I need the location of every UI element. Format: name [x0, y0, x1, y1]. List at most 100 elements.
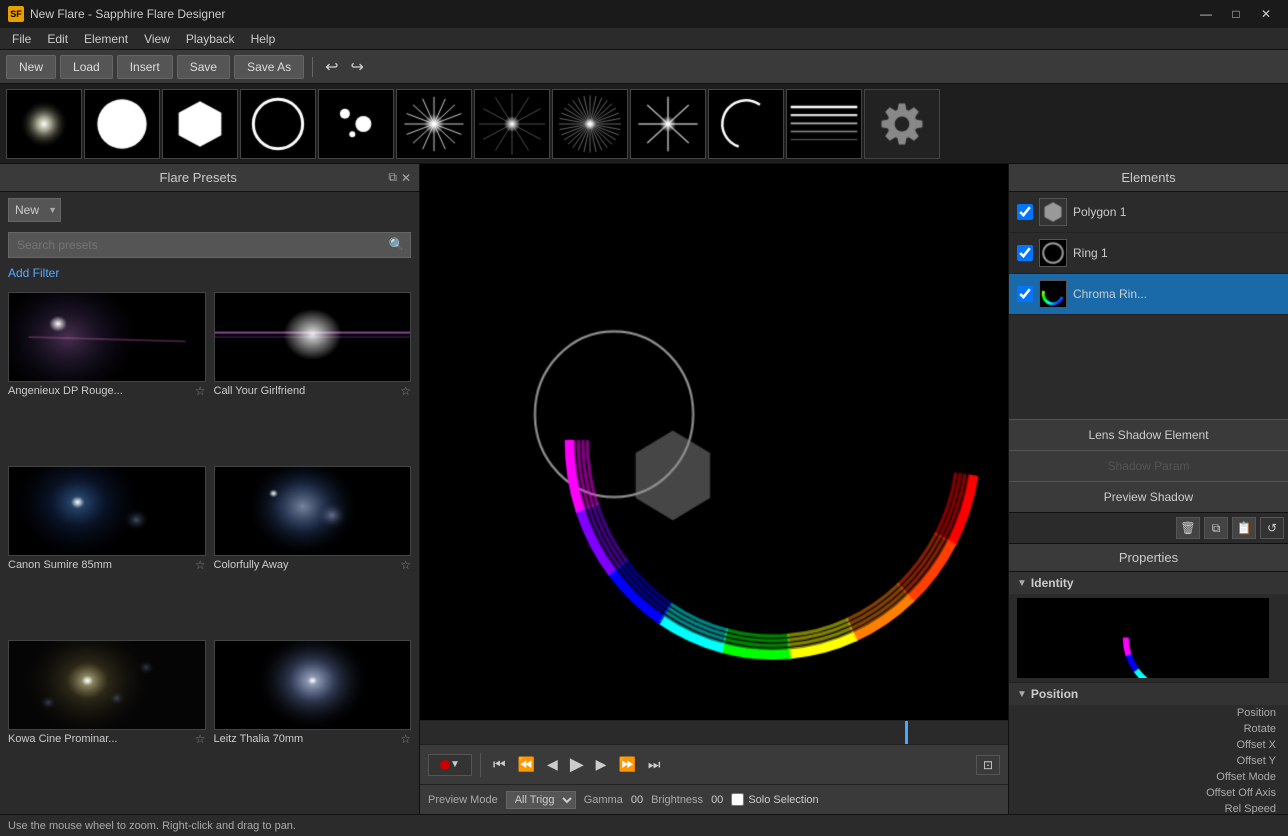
menu-item-view[interactable]: View: [136, 30, 178, 48]
preset-thumb-gear[interactable]: [864, 89, 940, 159]
solo-selection-checkbox[interactable]: Solo Selection: [731, 793, 818, 806]
load-button[interactable]: Load: [60, 55, 113, 79]
menu-item-edit[interactable]: Edit: [39, 30, 76, 48]
identity-preview-container: [1009, 594, 1288, 682]
preset-preview-canon[interactable]: [8, 466, 206, 556]
element-row[interactable]: Ring 1: [1009, 233, 1288, 274]
skip-to-start-button[interactable]: ⏮: [489, 754, 510, 775]
elements-panel: Elements Polygon 1 Ring 1: [1009, 164, 1288, 544]
flare-presets-panel: Flare Presets ⧉ ✕ New 🔍 Add Filter: [0, 164, 420, 814]
preset-preview-colorfully-away[interactable]: [214, 466, 412, 556]
save-button[interactable]: Save: [177, 55, 230, 79]
preset-thumb-lines[interactable]: [786, 89, 862, 159]
search-input[interactable]: [8, 232, 411, 258]
offset-y-label: Offset Y: [1237, 755, 1280, 767]
identity-title: Identity: [1031, 576, 1074, 590]
monitor-button[interactable]: ⊡: [976, 755, 1000, 775]
solo-label: Solo Selection: [748, 794, 818, 806]
preset-thumb-half-circle[interactable]: [708, 89, 784, 159]
delete-element-button[interactable]: 🗑: [1176, 517, 1200, 539]
preview-mode-dropdown[interactable]: All Trigg: [506, 791, 576, 809]
step-back-button[interactable]: ◀: [543, 754, 562, 775]
preset-thumb-star-cross[interactable]: [630, 89, 706, 159]
play-button[interactable]: ▶: [566, 752, 588, 777]
brightness-label: Brightness: [651, 794, 703, 806]
element-row-selected[interactable]: Chroma Rin...: [1009, 274, 1288, 315]
step-forward-button[interactable]: ▶: [592, 754, 611, 775]
record-button[interactable]: ▼: [428, 754, 472, 776]
element-checkbox-chroma[interactable]: [1017, 286, 1033, 302]
preset-thumb-asterisk[interactable]: [552, 89, 628, 159]
star-icon[interactable]: ☆: [195, 732, 206, 746]
maximize-button[interactable]: □: [1222, 4, 1250, 24]
preset-label-row: Canon Sumire 85mm ☆: [8, 556, 206, 574]
position-arrow: ▼: [1017, 689, 1027, 700]
offset-off-axis-label: Offset Off Axis: [1206, 787, 1280, 799]
insert-button[interactable]: Insert: [117, 55, 173, 79]
center-panel: ▼ ⏮ ⏪ ◀ ▶ ▶ ⏩ ⏭ ⊡ Preview Mode All Trigg…: [420, 164, 1008, 814]
reset-element-button[interactable]: ↺: [1260, 517, 1284, 539]
rewind-button[interactable]: ⏪: [514, 754, 539, 775]
star-icon[interactable]: ☆: [195, 558, 206, 572]
close-button[interactable]: ✕: [1252, 4, 1280, 24]
menubar: FileEditElementViewPlaybackHelp: [0, 28, 1288, 50]
preview-shadow-button[interactable]: Preview Shadow: [1009, 481, 1288, 512]
prop-row-position: Position: [1009, 705, 1288, 721]
minimize-button[interactable]: —: [1192, 4, 1220, 24]
element-thumbnail-ring: [1039, 239, 1067, 267]
status-bar: Use the mouse wheel to zoom. Right-click…: [0, 814, 1288, 836]
save-as-button[interactable]: Save As: [234, 55, 304, 79]
preset-thumb-ring[interactable]: [240, 89, 316, 159]
lens-shadow-button[interactable]: Lens Shadow Element: [1009, 419, 1288, 450]
fast-forward-button[interactable]: ⏩: [614, 754, 639, 775]
element-checkbox-polygon[interactable]: [1017, 204, 1033, 220]
elements-bottom-bar: 🗑 ⧉ 📋 ↺: [1009, 512, 1288, 543]
skip-to-end-button[interactable]: ⏭: [644, 754, 665, 775]
preset-thumb-hexagon[interactable]: [162, 89, 238, 159]
preset-thumb-glow[interactable]: [6, 89, 82, 159]
preset-preview-kowa[interactable]: [8, 640, 206, 730]
element-row[interactable]: Polygon 1: [1009, 192, 1288, 233]
preset-thumb-star-rays[interactable]: [396, 89, 472, 159]
preset-thumb-dots[interactable]: [318, 89, 394, 159]
redo-button[interactable]: ↪: [347, 55, 368, 79]
position-section-header[interactable]: ▼ Position: [1009, 683, 1288, 705]
shadow-param-button[interactable]: Shadow Param: [1009, 450, 1288, 481]
flare-presets-title: Flare Presets: [8, 170, 388, 185]
paste-element-button[interactable]: 📋: [1232, 517, 1256, 539]
add-filter-link[interactable]: Add Filter: [0, 262, 419, 284]
undo-button[interactable]: ↩: [321, 55, 342, 79]
presets-copy-button[interactable]: ⧉: [388, 170, 397, 185]
element-thumbnail-polygon: [1039, 198, 1067, 226]
preset-preview-leitz[interactable]: [214, 640, 412, 730]
preset-thumb-star-burst[interactable]: [474, 89, 550, 159]
presets-close-button[interactable]: ✕: [401, 170, 411, 185]
solo-checkbox[interactable]: [731, 793, 744, 806]
menu-item-help[interactable]: Help: [243, 30, 284, 48]
preset-label-row: Leitz Thalia 70mm ☆: [214, 730, 412, 748]
presets-dropdown[interactable]: New: [8, 198, 61, 222]
element-checkbox-ring[interactable]: [1017, 245, 1033, 261]
star-icon[interactable]: ☆: [400, 384, 411, 398]
new-button[interactable]: New: [6, 55, 56, 79]
list-item: Angenieux DP Rouge... ☆: [8, 292, 206, 458]
star-icon[interactable]: ☆: [400, 732, 411, 746]
star-icon[interactable]: ☆: [195, 384, 206, 398]
flare-presets-header: Flare Presets ⧉ ✕: [0, 164, 419, 192]
preview-bar: Preview Mode All Trigg Gamma 00 Brightne…: [420, 784, 1008, 814]
menu-item-element[interactable]: Element: [76, 30, 136, 48]
prop-row-offset-off-axis: Offset Off Axis: [1009, 785, 1288, 801]
identity-section-header[interactable]: ▼ Identity: [1009, 572, 1288, 594]
list-item: Call Your Girlfriend ☆: [214, 292, 412, 458]
timeline-strip[interactable]: [420, 720, 1008, 744]
canvas-area[interactable]: [420, 164, 1008, 720]
menu-item-file[interactable]: File: [4, 30, 39, 48]
preset-preview-call-your-girlfriend[interactable]: [214, 292, 412, 382]
copy-element-button[interactable]: ⧉: [1204, 517, 1228, 539]
star-icon[interactable]: ☆: [400, 558, 411, 572]
preset-thumb-circle-bright[interactable]: [84, 89, 160, 159]
preset-name: Colorfully Away: [214, 559, 401, 571]
menu-item-playback[interactable]: Playback: [178, 30, 243, 48]
preset-preview-angenieux[interactable]: [8, 292, 206, 382]
brightness-value: 00: [711, 794, 723, 806]
